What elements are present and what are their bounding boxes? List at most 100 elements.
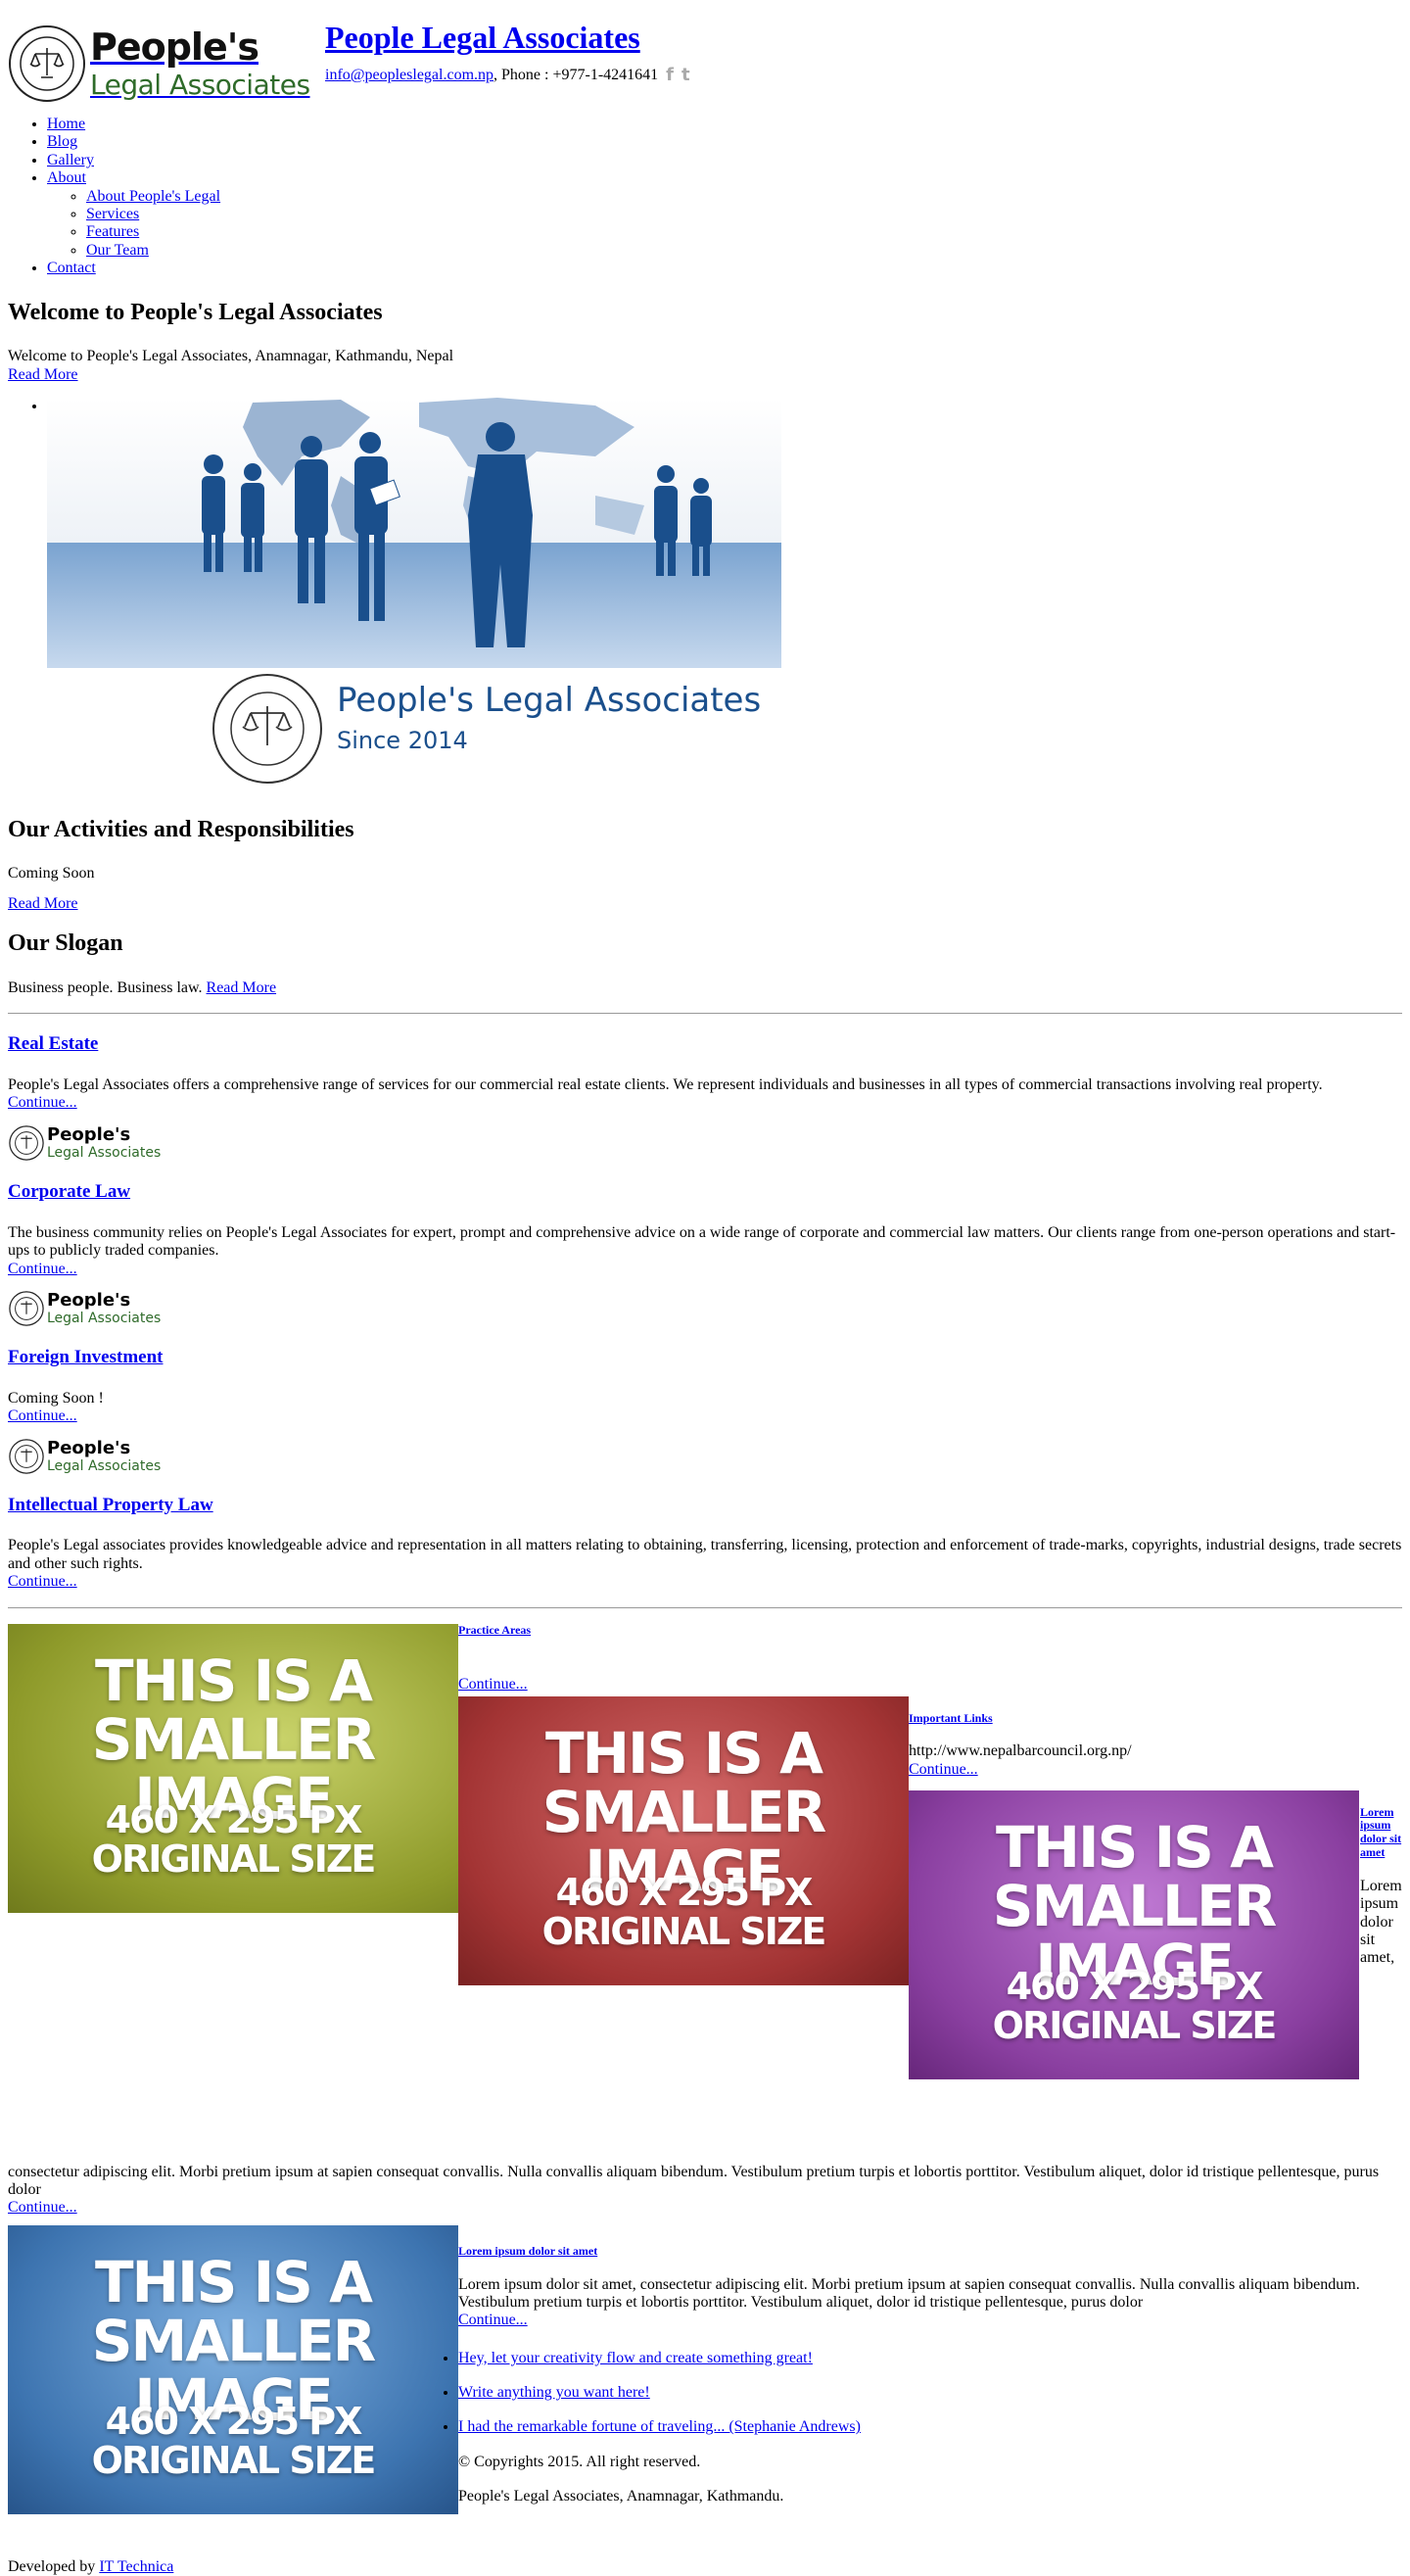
service-continue-link[interactable]: Continue... bbox=[8, 1573, 77, 1590]
placeholder-image-blue: THIS IS A SMALLER IMAGE 460 X 295 PX ORIGI… bbox=[8, 2224, 458, 2514]
ph-line3: 460 X 295 PX bbox=[1006, 1964, 1264, 2008]
bottom-text: Lorem ipsum dolor sit amet, consectetur … bbox=[458, 2275, 1360, 2311]
placeholder-image-green: THIS IS A SMALLER IMAGE 460 X 295 PX ORIGI… bbox=[8, 1623, 458, 1913]
mini-logo-word-2: Legal Associates bbox=[47, 1144, 162, 1161]
service-title-link[interactable]: Real Estate bbox=[8, 1033, 98, 1054]
mini-logo-word-1: People's bbox=[47, 1289, 131, 1311]
bottom-text-column: Lorem ipsum dolor sit amet Lorem ipsum d… bbox=[458, 2244, 1379, 2506]
service-text: Coming Soon ! bbox=[8, 1389, 104, 1407]
email-link[interactable]: info@peopleslegal.com.np bbox=[325, 67, 494, 84]
placeholder-image-red: THIS IS A SMALLER IMAGE 460 X 295 PX ORIGI… bbox=[458, 1695, 909, 1985]
recent-post-link[interactable]: Write anything you want here! bbox=[458, 2384, 650, 2401]
logo-seal-icon bbox=[9, 1291, 44, 1326]
service-logo: People's Legal Associates bbox=[8, 1124, 1402, 1162]
lorem-title-link[interactable]: Lorem ipsum dolor sit amet bbox=[1360, 1805, 1401, 1859]
activities-text: Coming Soon bbox=[8, 865, 95, 883]
contact-line: info@peopleslegal.com.np , Phone : +977-… bbox=[325, 65, 690, 86]
ph-line1: THIS IS A bbox=[94, 1646, 373, 1714]
mini-logo-word-2: Legal Associates bbox=[47, 1457, 162, 1474]
service-text: People's Legal associates provides knowl… bbox=[8, 1537, 1402, 1572]
slogan-read-more[interactable]: Read More bbox=[207, 979, 277, 996]
activities-read-more[interactable]: Read More bbox=[8, 895, 78, 912]
ph-line1: THIS IS A bbox=[94, 2248, 373, 2315]
service-logo: People's Legal Associates bbox=[8, 1438, 1402, 1475]
practice-areas-box: Practice Areas Continue... bbox=[458, 1623, 909, 1694]
lorem-continue-link[interactable]: Continue... bbox=[8, 2199, 77, 2216]
footer-address: People's Legal Associates, Anamnagar, Ka… bbox=[458, 2488, 784, 2505]
nav-about-peoples-legal[interactable]: About People's Legal bbox=[86, 188, 220, 205]
welcome-heading: Welcome to People's Legal Associates bbox=[8, 299, 383, 325]
phone-text: , Phone : +977-1-4241641 bbox=[494, 66, 659, 83]
ph-line1: THIS IS A bbox=[995, 1813, 1274, 1881]
important-links-continue[interactable]: Continue... bbox=[909, 1761, 978, 1778]
site-header: People's Legal Associates People Legal A… bbox=[8, 0, 1402, 114]
developed-by-text: Developed by bbox=[8, 2557, 96, 2575]
recent-post-link[interactable]: Hey, let your creativity flow and create… bbox=[458, 2350, 813, 2366]
bottom-title-link[interactable]: Lorem ipsum dolor sit amet bbox=[458, 2244, 597, 2258]
site-title-link[interactable]: People Legal Associates bbox=[325, 20, 640, 55]
ph-line4: ORIGINAL SIZE bbox=[91, 1837, 377, 1881]
slider-item: People's Legal Associates Since 2014 bbox=[47, 397, 1402, 799]
recent-post-link[interactable]: I had the remarkable fortune of travelin… bbox=[458, 2418, 861, 2435]
facebook-icon[interactable]: f bbox=[666, 65, 674, 86]
ph-line4: ORIGINAL SIZE bbox=[91, 2438, 377, 2482]
nav-gallery[interactable]: Gallery bbox=[47, 152, 94, 168]
nav-about[interactable]: About bbox=[47, 169, 86, 186]
ph-line4: ORIGINAL SIZE bbox=[992, 2003, 1278, 2047]
activities-heading: Our Activities and Responsibilities bbox=[8, 816, 354, 842]
ph-line1: THIS IS A bbox=[544, 1719, 823, 1787]
practice-areas-title[interactable]: Practice Areas bbox=[458, 1623, 531, 1637]
developer-link[interactable]: IT Technica bbox=[99, 2558, 173, 2575]
bottom-area: THIS IS A SMALLER IMAGE 460 X 295 PX ORIGI… bbox=[8, 2224, 1402, 2549]
service-text: The business community relies on People'… bbox=[8, 1223, 1396, 1260]
mini-logo-word-2: Legal Associates bbox=[47, 1310, 162, 1326]
ph-line3: 460 X 295 PX bbox=[105, 2399, 363, 2443]
service-logo: People's Legal Associates bbox=[8, 1290, 1402, 1327]
placeholder-image-purple: THIS IS A SMALLER IMAGE 460 X 295 PX ORIGI… bbox=[909, 1789, 1359, 2079]
site-logo[interactable]: People's Legal Associates bbox=[8, 18, 315, 110]
banner-image: People's Legal Associates Since 2014 bbox=[47, 397, 781, 799]
service-continue-link[interactable]: Continue... bbox=[8, 1261, 77, 1277]
nav-blog[interactable]: Blog bbox=[47, 133, 77, 150]
twitter-icon[interactable]: t bbox=[682, 65, 690, 86]
important-links-title[interactable]: Important Links bbox=[909, 1711, 993, 1725]
lorem-continued-text: consectetur adipiscing elit. Morbi preti… bbox=[8, 2163, 1380, 2198]
slogan-heading: Our Slogan bbox=[8, 930, 123, 957]
feature-area: THIS IS A SMALLER IMAGE 460 X 295 PX ORIGI… bbox=[8, 1623, 1403, 2158]
page: People's Legal Associates People Legal A… bbox=[0, 0, 1410, 2576]
ph-line3: 460 X 295 PX bbox=[105, 1797, 363, 1841]
service-corporate-law: Corporate Law The business community rel… bbox=[8, 1181, 1402, 1327]
service-continue-link[interactable]: Continue... bbox=[8, 1094, 77, 1111]
important-links-url: http://www.nepalbarcouncil.org.np/ bbox=[909, 1742, 1132, 1760]
nav-home[interactable]: Home bbox=[47, 116, 85, 132]
banner-since: Since 2014 bbox=[337, 727, 468, 754]
service-real-estate: Real Estate People's Legal Associates of… bbox=[8, 1033, 1402, 1162]
service-title-link[interactable]: Intellectual Property Law bbox=[8, 1495, 213, 1515]
ph-line3: 460 X 295 PX bbox=[555, 1870, 814, 1914]
divider bbox=[8, 1013, 1402, 1015]
service-foreign-investment: Foreign Investment Coming Soon ! Continu… bbox=[8, 1347, 1402, 1475]
site-title-block: People Legal Associates info@peopleslega… bbox=[325, 18, 690, 85]
practice-areas-continue[interactable]: Continue... bbox=[458, 1676, 528, 1693]
welcome-read-more[interactable]: Read More bbox=[8, 366, 78, 383]
lorem-narrow-text: Lorem ipsum dolor sit amet, bbox=[1360, 1877, 1402, 1967]
nav-services[interactable]: Services bbox=[86, 206, 139, 222]
welcome-text: Welcome to People's Legal Associates, An… bbox=[8, 348, 454, 365]
logo-seal-icon bbox=[9, 1125, 44, 1161]
nav-our-team[interactable]: Our Team bbox=[86, 242, 149, 259]
banner-slider: People's Legal Associates Since 2014 bbox=[8, 397, 1402, 799]
divider bbox=[8, 1606, 1402, 1608]
service-text: People's Legal Associates offers a compr… bbox=[8, 1076, 1323, 1094]
service-title-link[interactable]: Foreign Investment bbox=[8, 1347, 164, 1367]
logo-wordmark: People's Legal Associates bbox=[90, 25, 310, 102]
service-continue-link[interactable]: Continue... bbox=[8, 1407, 77, 1424]
service-intellectual-property: Intellectual Property Law People's Legal… bbox=[8, 1495, 1402, 1592]
logo-word-1: People's bbox=[90, 25, 259, 69]
bottom-continue-link[interactable]: Continue... bbox=[458, 2312, 528, 2328]
nav-contact[interactable]: Contact bbox=[47, 260, 96, 276]
ph-line4: ORIGINAL SIZE bbox=[541, 1909, 827, 1953]
logo-seal-icon bbox=[9, 1438, 44, 1474]
nav-features[interactable]: Features bbox=[86, 223, 139, 240]
service-title-link[interactable]: Corporate Law bbox=[8, 1181, 130, 1202]
lorem-narrow-box: Lorem ipsum dolor sit amet Lorem ipsum d… bbox=[1360, 1805, 1403, 1968]
